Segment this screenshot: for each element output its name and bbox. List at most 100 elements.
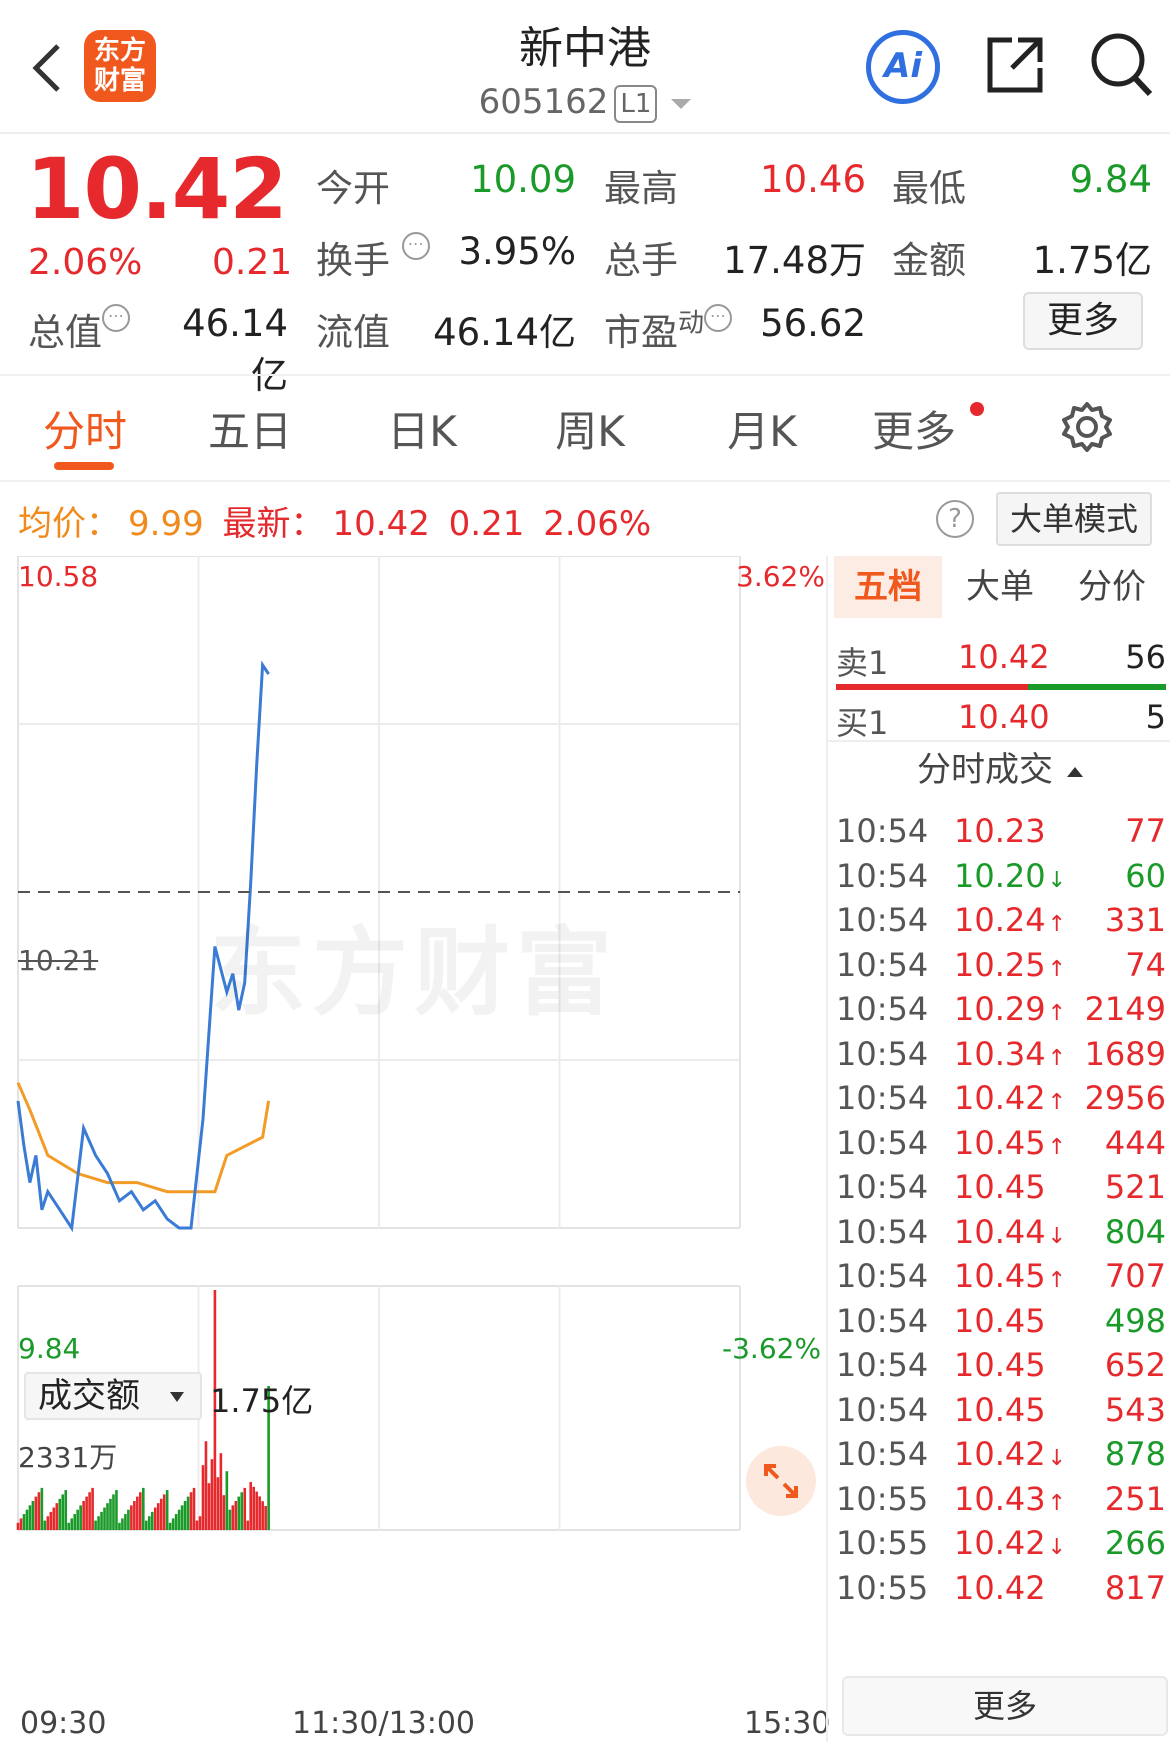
avg-label: 均价： (18, 504, 120, 544)
volume-bar (258, 1496, 261, 1530)
tick-row: 10:54 10.23 77 (836, 812, 1166, 856)
intraday-chart[interactable] (0, 556, 826, 1742)
volume-bar (106, 1503, 109, 1530)
info-icon[interactable]: ⋯ (401, 232, 430, 260)
more-ticks-button[interactable]: 更多 (842, 1676, 1168, 1736)
pe-value: 56.62 (760, 302, 866, 345)
mktcap-label: 总值 ⋯ (28, 302, 130, 356)
big-order-mode-button[interactable]: 大单模式 (996, 492, 1152, 546)
pct-max-label: 3.62% (736, 560, 825, 593)
tick-time: 10:54 (836, 1257, 929, 1295)
back-icon[interactable] (28, 40, 68, 96)
tick-volume: 74 (1125, 945, 1166, 984)
tab-weekly-k[interactable]: 周K (540, 398, 640, 459)
arrow-up-icon: ↑ (1047, 956, 1067, 982)
info-icon[interactable]: ⋯ (102, 304, 130, 332)
volume-bar (177, 1509, 181, 1530)
arrow-up-icon: ↑ (1047, 912, 1067, 937)
tick-volume: 521 (1104, 1168, 1166, 1206)
stock-code: 605162 (478, 82, 609, 122)
volume-bar (34, 1496, 38, 1530)
float-value: 46.14亿 (433, 311, 576, 354)
help-icon[interactable]: ? (936, 500, 974, 538)
tick-row: 10:54 10.29↑ 2149 (836, 990, 1166, 1034)
tick-time: 10:54 (836, 1301, 929, 1340)
volume-bar (216, 1477, 220, 1530)
tab-intraday[interactable]: 分时 (38, 398, 132, 459)
tick-row: 10:54 10.45 543 (836, 1391, 1166, 1435)
volume-bar (159, 1498, 163, 1530)
open-label: 今开 (316, 167, 390, 210)
more-quote-button[interactable]: 更多 (1023, 292, 1143, 350)
volume-bar (240, 1492, 244, 1530)
volume-bar (144, 1520, 148, 1530)
tick-time: 10:54 (836, 1123, 929, 1162)
share-icon[interactable] (982, 32, 1048, 98)
volume-bar (61, 1494, 65, 1530)
tab-more[interactable]: 更多 (864, 398, 964, 459)
ai-assistant-button[interactable]: Ai (866, 30, 940, 104)
tick-time: 10:55 (836, 1524, 929, 1562)
volume-bar (70, 1518, 74, 1530)
tick-price: 10.42↑ (954, 1079, 1067, 1117)
volume-bar (85, 1496, 88, 1530)
arrow-up-icon: ↑ (1047, 1090, 1067, 1115)
expand-icon[interactable] (746, 1446, 816, 1516)
tab-five-level[interactable]: 五档 (834, 556, 942, 618)
volume-bar (46, 1516, 50, 1530)
volume-bar (55, 1503, 59, 1530)
volume-label: 总手 (604, 239, 678, 282)
volume-bar (249, 1482, 253, 1530)
tick-price: 10.29↑ (954, 990, 1067, 1028)
tick-price: 10.42 (954, 1568, 1046, 1607)
tab-daily-k[interactable]: 日K (372, 398, 472, 459)
tick-price: 10.42↓ (954, 1435, 1067, 1473)
tick-price: 10.20↓ (954, 856, 1067, 895)
tick-price: 10.24↑ (954, 901, 1067, 939)
volume-bar (124, 1514, 127, 1530)
volume-bar (165, 1490, 169, 1530)
tick-row: 10:54 10.45↑ 707 (836, 1257, 1166, 1301)
volume-bar (16, 1522, 20, 1530)
info-icon[interactable]: ⋯ (704, 304, 733, 332)
order-book-panel: 五档 大单 分价 卖1 10.42 56 买1 10.40 5 分时成交 10:… (826, 556, 1170, 1742)
gear-icon[interactable] (1060, 400, 1114, 454)
open-value: 10.09 (470, 158, 576, 201)
volume-bar (82, 1500, 85, 1530)
volume-bar (37, 1492, 41, 1530)
time-end-label: 15:30 (744, 1706, 831, 1741)
tab-big-orders[interactable]: 大单 (946, 556, 1054, 618)
volume-bar (103, 1507, 106, 1530)
avg-price-row: 均价： 9.99 最新： 10.42 0.21 2.06% (18, 496, 659, 545)
tick-price: 10.45 (954, 1301, 1046, 1340)
arrow-up-icon: ↑ (1047, 1134, 1067, 1160)
time-start-label: 09:30 (20, 1706, 107, 1741)
latest-value: 10.42 (332, 504, 430, 544)
volume-bar (219, 1453, 223, 1530)
tab-monthly-k[interactable]: 月K (712, 398, 812, 459)
tick-price: 10.45 (954, 1346, 1046, 1384)
volume-bar (64, 1490, 68, 1530)
tab-five-day[interactable]: 五日 (200, 398, 300, 459)
volume-bar (261, 1501, 264, 1530)
tick-time: 10:54 (836, 1079, 929, 1117)
tick-row: 10:54 10.34↑ 1689 (836, 1035, 1166, 1079)
volume-bar (40, 1487, 44, 1530)
float-label: 流值 (316, 311, 390, 354)
volume-bar (150, 1511, 154, 1530)
volume-bar (204, 1441, 208, 1530)
volume-bar (31, 1500, 35, 1530)
volume-bar (100, 1511, 103, 1530)
arrow-down-icon: ↓ (1047, 1223, 1067, 1249)
volume-max-label: 2331万 (18, 1441, 118, 1474)
tab-price-dist[interactable]: 分价 (1058, 556, 1166, 618)
turnover-label: 换手 ⋯ (316, 230, 430, 284)
ticks-header[interactable]: 分时成交 (828, 744, 1170, 796)
tick-price: 10.42↓ (954, 1524, 1067, 1562)
volume-bar (109, 1498, 112, 1530)
volume-bar (243, 1487, 247, 1530)
volume-metric-selector[interactable]: 成交额 (24, 1372, 202, 1420)
volume-bar (94, 1520, 97, 1530)
search-icon[interactable] (1088, 30, 1154, 100)
tick-volume: 251 (1104, 1479, 1166, 1518)
